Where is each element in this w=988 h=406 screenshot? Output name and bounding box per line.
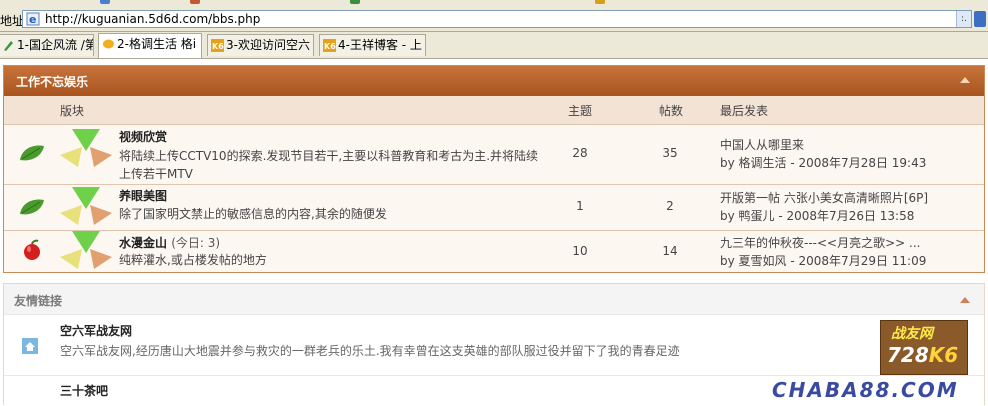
forum-logo-icon	[60, 129, 112, 167]
forum-description: 将陆续上传CCTV10的探索.发现节目若干,主要以科普教育和考古为主.并将陆续上…	[119, 149, 539, 181]
bubble-icon	[103, 39, 114, 49]
last-post-time: - 2008年7月29日 11:09	[790, 254, 927, 268]
home-icon	[22, 338, 38, 354]
forum-name-text[interactable]: 水漫金山	[119, 236, 167, 250]
forum-logo-icon	[60, 187, 112, 225]
last-post-title[interactable]: 九三年的仲秋夜---<<月亮之歌>> ...	[720, 234, 926, 252]
pen-icon	[4, 41, 13, 51]
tab-4[interactable]: K6 4-王祥博客 - 上	[319, 34, 426, 56]
forum-description: 纯粹灌水,或占楼发帖的地方	[119, 253, 267, 267]
address-label: 地址	[0, 14, 25, 28]
link-description: 空六军战友网,经历唐山大地震并参与救灾的一群老兵的乐土.我有幸曾在这支英雄的部队…	[60, 344, 680, 358]
forum-row: 水漫金山 (今日: 3) 纯粹灌水,或占楼发帖的地方 10 14 九三年的仲秋夜…	[4, 231, 984, 273]
link-item: 空六军战友网 空六军战友网,经历唐山大地震并参与救灾的一群老兵的乐土.我有幸曾在…	[4, 314, 984, 375]
address-bar: 地址 e http://kuguanian.5d6d.com/bbs.php :…	[0, 8, 988, 32]
last-post-title[interactable]: 中国人从哪里来	[720, 136, 926, 154]
forum-row: 养眼美图 除了国家明文禁止的敏感信息的内容,其余的随便发 1 2 开版第一帖 六…	[4, 185, 984, 231]
last-post-time: - 2008年7月28日 19:43	[790, 156, 927, 170]
watermark: CHABA88.COM	[772, 378, 959, 402]
post-count: 35	[662, 146, 678, 160]
last-post-author[interactable]: by 格调生活	[720, 156, 787, 170]
leaf-icon	[20, 145, 44, 161]
last-post: 中国人从哪里来 by 格调生活 - 2008年7月28日 19:43	[720, 136, 926, 172]
toolbar-icon[interactable]	[595, 0, 605, 4]
forum-logo-icon	[60, 231, 112, 269]
post-count: 14	[662, 244, 678, 258]
banner-logo-text: 728K6	[887, 343, 959, 367]
go-button[interactable]	[974, 11, 986, 27]
tab-2[interactable]: 2-格调生活 格i	[98, 33, 202, 58]
toolbar-icon[interactable]	[350, 0, 360, 4]
leaf-icon	[20, 199, 44, 215]
banner-text: 战友网	[891, 326, 933, 342]
tab-3[interactable]: K6 3-欢迎访问空六	[207, 34, 314, 56]
k6-icon: K6	[211, 39, 224, 52]
k6-banner[interactable]: 战友网 728K6	[880, 320, 968, 375]
svg-text:K6: K6	[212, 42, 224, 51]
last-post-author[interactable]: by 夏雪如风	[720, 254, 787, 268]
k6-icon: K6	[323, 39, 336, 52]
col-posts: 帖数	[659, 104, 684, 118]
tab-label: 2-格调生活 格i	[117, 37, 197, 51]
topic-count: 10	[572, 244, 588, 258]
col-board: 版块	[60, 104, 85, 118]
url-field[interactable]: e http://kuguanian.5d6d.com/bbs.php :.	[22, 10, 972, 28]
last-post: 九三年的仲秋夜---<<月亮之歌>> ... by 夏雪如风 - 2008年7月…	[720, 234, 926, 270]
friend-links-header: 友情链接	[4, 284, 984, 315]
tab-bar: 1-国企风流 /第 2-格调生活 格i K6 3-欢迎访问空六 K6 4-王祥博…	[0, 32, 988, 59]
last-post-author[interactable]: by 鸭蛋儿	[720, 209, 775, 223]
tab-1[interactable]: 1-国企风流 /第	[0, 34, 94, 56]
collapse-icon[interactable]	[960, 77, 970, 83]
last-post-time: - 2008年7月26日 13:58	[778, 209, 915, 223]
forum-name[interactable]: 视频欣赏	[119, 128, 167, 145]
post-count: 2	[666, 199, 674, 213]
topic-count: 28	[572, 146, 588, 160]
url-text: http://kuguanian.5d6d.com/bbs.php	[45, 12, 261, 26]
link-name[interactable]: 三十茶吧	[60, 382, 108, 399]
col-topics: 主题	[568, 104, 593, 118]
last-post: 开版第一帖 六张小美女高清晰照片[6P] by 鸭蛋儿 - 2008年7月26日…	[720, 189, 928, 225]
col-last-post: 最后发表	[720, 104, 769, 118]
category-title[interactable]: 工作不忘娱乐	[16, 73, 88, 90]
svg-text:K6: K6	[324, 42, 336, 51]
svg-text:e: e	[29, 13, 36, 26]
friend-links-title: 友情链接	[14, 294, 63, 308]
forum-description: 除了国家明文禁止的敏感信息的内容,其余的随便发	[119, 207, 387, 221]
forum-name[interactable]: 养眼美图	[119, 187, 167, 204]
forum-row: 视频欣赏 将陆续上传CCTV10的探索.发现节目若干,主要以科普教育和考古为主.…	[4, 125, 984, 185]
tab-label: 3-欢迎访问空六	[226, 38, 310, 52]
tab-label: 4-王祥博客 - 上	[338, 38, 422, 52]
forum-name[interactable]: 水漫金山 (今日: 3)	[119, 234, 220, 251]
link-name[interactable]: 空六军战友网	[60, 322, 132, 339]
last-post-title[interactable]: 开版第一帖 六张小美女高清晰照片[6P]	[720, 189, 928, 207]
forum-category: 工作不忘娱乐 版块 主题 帖数 最后发表 视频欣赏 将陆续上传CCTV10的探索…	[3, 65, 985, 273]
today-count: (今日: 3)	[171, 236, 221, 250]
toolbar-icon[interactable]	[190, 0, 200, 4]
tab-label: 1-国企风流 /第	[17, 38, 94, 52]
column-headers: 版块 主题 帖数 最后发表	[4, 96, 984, 125]
category-header: 工作不忘娱乐	[4, 66, 984, 96]
toolbar-icon[interactable]	[100, 0, 110, 4]
url-dropdown[interactable]: :.	[956, 11, 971, 27]
collapse-icon[interactable]	[960, 297, 970, 303]
apple-icon	[24, 239, 40, 260]
topic-count: 1	[576, 199, 584, 213]
ie-page-icon: e	[26, 12, 40, 26]
